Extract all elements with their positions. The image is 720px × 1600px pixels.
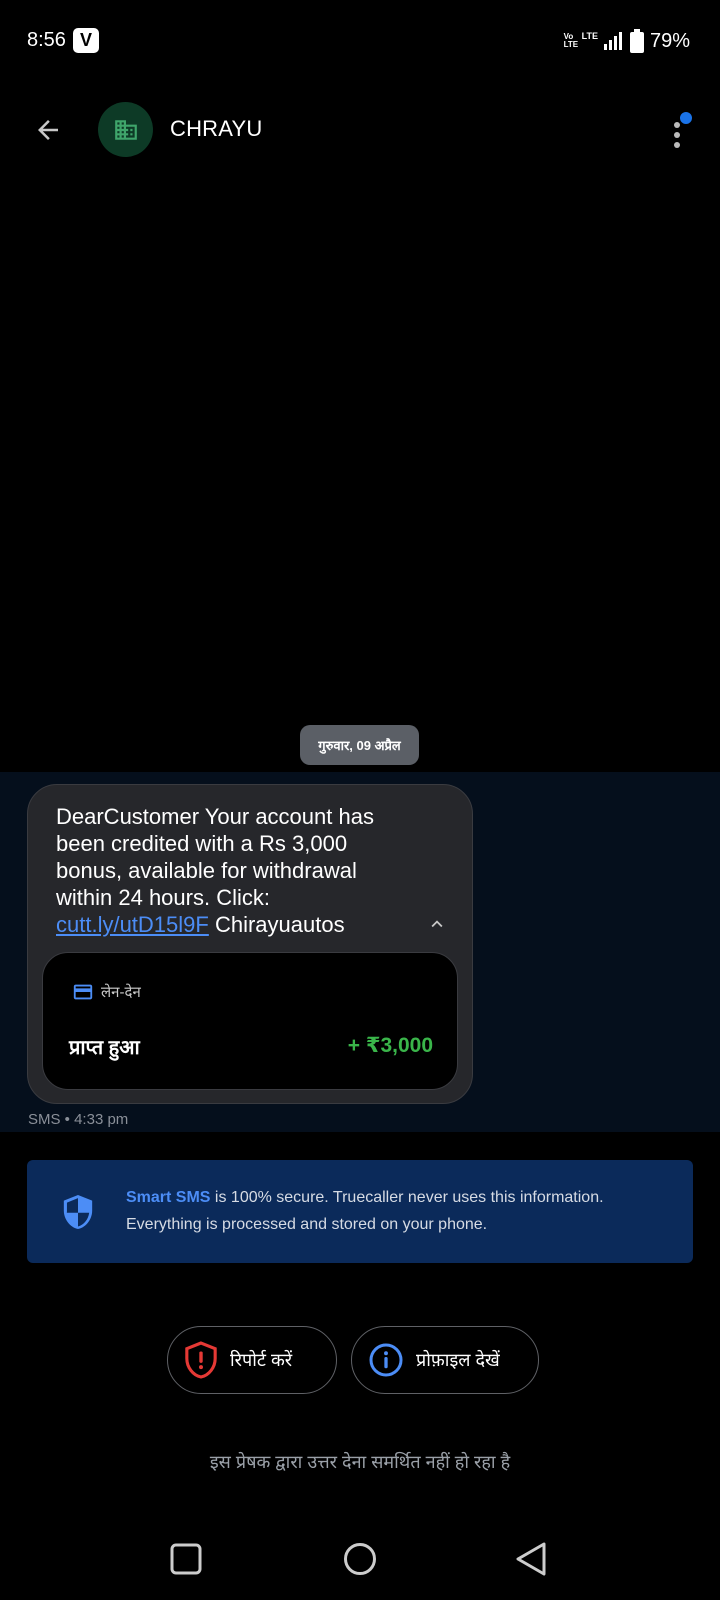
- status-bar: 8:56 V Vo LTE LTE 79%: [0, 0, 720, 84]
- square-icon: [170, 1543, 202, 1575]
- more-vert-dot: [674, 132, 680, 138]
- signal-icon: [603, 32, 622, 50]
- transaction-label: प्राप्त हुआ: [69, 1037, 140, 1059]
- message-text: DearCustomer Your account has been credi…: [56, 803, 386, 938]
- report-button[interactable]: रिपोर्ट करें: [167, 1326, 337, 1394]
- view-profile-button[interactable]: प्रोफ़ाइल देखें: [351, 1326, 539, 1394]
- contact-name[interactable]: CHRAYU: [170, 116, 262, 142]
- report-shield-icon: [185, 1341, 217, 1379]
- transaction-header: लेन-देन: [69, 981, 141, 1003]
- notification-badge: [678, 110, 694, 126]
- info-icon: [369, 1343, 403, 1377]
- battery-percentage: 79%: [649, 29, 690, 52]
- smart-sms-banner: Smart SMS is 100% secure. Truecaller nev…: [27, 1160, 693, 1263]
- message-signature: Chirayuautos: [208, 912, 345, 937]
- battery-icon: [629, 29, 644, 53]
- report-label: रिपोर्ट करें: [230, 1350, 293, 1370]
- message-link[interactable]: cutt.ly/utD15l9F: [56, 912, 209, 937]
- back-nav-button[interactable]: [508, 1536, 554, 1582]
- avatar[interactable]: [98, 102, 153, 157]
- collapse-button[interactable]: [422, 909, 452, 939]
- message-meta: SMS • 4:33 pm: [28, 1111, 129, 1128]
- transaction-category: लेन-देन: [101, 984, 141, 1001]
- lte-indicator: LTE: [581, 31, 598, 41]
- status-icons: Vo LTE LTE 79%: [564, 28, 690, 54]
- smart-sms-text: Smart SMS is 100% secure. Truecaller nev…: [126, 1184, 666, 1238]
- shield-icon: [63, 1195, 93, 1229]
- reply-not-supported-note: इस प्रेषक द्वारा उत्तर देना समर्थित नहीं…: [209, 1452, 511, 1472]
- transaction-amount: + ₹3,000: [347, 1034, 433, 1057]
- conversation-header: CHRAYU: [0, 92, 720, 168]
- more-vert-dot: [674, 142, 680, 148]
- back-button[interactable]: [28, 110, 68, 150]
- triangle-back-icon: [516, 1542, 546, 1576]
- smart-sms-highlight: Smart SMS: [126, 1189, 211, 1206]
- message-bubble[interactable]: DearCustomer Your account has been credi…: [27, 784, 473, 1104]
- view-profile-label: प्रोफ़ाइल देखें: [416, 1350, 500, 1370]
- transaction-card[interactable]: लेन-देन प्राप्त हुआ + ₹3,000: [42, 952, 458, 1090]
- credit-card-icon: [73, 984, 93, 1000]
- building-icon: [114, 119, 137, 140]
- more-options-button[interactable]: [654, 110, 694, 154]
- volte-indicator: Vo LTE: [563, 32, 579, 49]
- date-separator: गुरुवार, 09 अप्रैल: [300, 725, 419, 765]
- circle-icon: [344, 1543, 376, 1575]
- recents-button[interactable]: [163, 1536, 209, 1582]
- message-body: DearCustomer Your account has been credi…: [56, 804, 374, 910]
- system-nav-bar: [0, 1520, 720, 1600]
- arrow-left-icon: [38, 120, 58, 140]
- home-button[interactable]: [337, 1536, 383, 1582]
- notification-app-icon: V: [73, 28, 99, 53]
- chevron-up-icon: [431, 920, 443, 928]
- status-time: 8:56: [27, 29, 66, 51]
